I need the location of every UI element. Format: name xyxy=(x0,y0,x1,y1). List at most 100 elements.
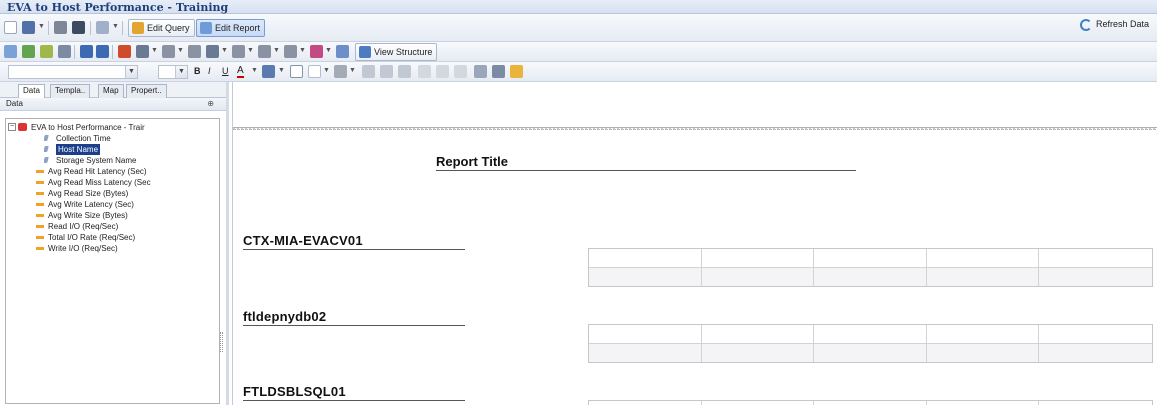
chevron-down-icon[interactable]: ▼ xyxy=(278,67,285,74)
align-top-icon[interactable] xyxy=(418,65,431,78)
section-icon[interactable] xyxy=(188,45,201,58)
alert-icon[interactable] xyxy=(118,45,131,58)
section-table[interactable] xyxy=(588,248,1153,287)
merge-cells-icon[interactable] xyxy=(492,65,505,78)
chevron-down-icon[interactable]: ▼ xyxy=(273,47,280,54)
group-icon[interactable] xyxy=(136,45,149,58)
font-color-button[interactable]: A xyxy=(237,65,244,78)
tree-item[interactable]: Total I/O Rate (Req/Sec) xyxy=(36,232,219,243)
section-host-name[interactable]: FTLDSBLSQL01 xyxy=(243,384,346,399)
table-cell[interactable] xyxy=(1039,325,1152,344)
save-icon[interactable] xyxy=(22,21,35,34)
insert-text-icon[interactable] xyxy=(58,45,71,58)
table-cell[interactable] xyxy=(926,344,1040,362)
table-cell[interactable] xyxy=(814,401,927,405)
table-cell[interactable] xyxy=(814,325,927,344)
table-cell[interactable] xyxy=(701,325,815,344)
font-size-combo[interactable]: ▼ xyxy=(158,65,188,79)
table-cell[interactable] xyxy=(589,249,702,268)
table-cell[interactable] xyxy=(814,344,927,362)
italic-button[interactable]: I xyxy=(208,66,211,76)
tree-item[interactable]: Avg Read Miss Latency (Sec xyxy=(36,177,219,188)
section-host-name[interactable]: CTX-MIA-EVACV01 xyxy=(243,233,363,248)
chevron-down-icon[interactable]: ▼ xyxy=(247,47,254,54)
table-cell[interactable] xyxy=(926,268,1040,286)
tree-root[interactable]: − EVA to Host Performance - Trair xyxy=(6,122,219,133)
filter-icon[interactable] xyxy=(162,45,175,58)
chevron-down-icon[interactable]: ▼ xyxy=(323,67,330,74)
fill-color-icon[interactable] xyxy=(262,65,275,78)
report-title[interactable]: Report Title xyxy=(436,154,508,169)
redo-icon[interactable] xyxy=(96,45,109,58)
chevron-down-icon[interactable]: ▼ xyxy=(125,66,137,78)
format-painter-icon[interactable] xyxy=(510,65,523,78)
chevron-down-icon[interactable]: ▼ xyxy=(299,47,306,54)
chevron-down-icon[interactable]: ▼ xyxy=(151,47,158,54)
table-cell[interactable] xyxy=(589,268,702,286)
line-color-icon[interactable] xyxy=(334,65,347,78)
align-left-icon[interactable] xyxy=(362,65,375,78)
sum-icon[interactable] xyxy=(232,45,245,58)
insert-table-icon[interactable] xyxy=(4,45,17,58)
view-structure-button[interactable]: View Structure xyxy=(355,43,438,61)
tree-item[interactable]: Avg Write Size (Bytes) xyxy=(36,210,219,221)
chevron-down-icon[interactable]: ▼ xyxy=(325,47,332,54)
section-table[interactable] xyxy=(588,400,1153,405)
align-middle-icon[interactable] xyxy=(436,65,449,78)
tree-item[interactable]: Read I/O (Req/Sec) xyxy=(36,221,219,232)
chevron-down-icon[interactable]: ▼ xyxy=(175,66,187,78)
table-cell[interactable] xyxy=(1039,249,1152,268)
chevron-down-icon[interactable]: ▼ xyxy=(177,47,184,54)
insert-crosstab-icon[interactable] xyxy=(40,45,53,58)
table-cell[interactable] xyxy=(927,401,1040,405)
table-cell[interactable] xyxy=(926,325,1040,344)
edit-query-button[interactable]: Edit Query xyxy=(128,19,195,37)
variables-icon[interactable] xyxy=(336,45,349,58)
tree-item[interactable]: Collection Time xyxy=(44,133,219,144)
tab-templates[interactable]: Templa.. xyxy=(50,84,91,98)
table-cell[interactable] xyxy=(702,401,815,405)
formatting-icon[interactable] xyxy=(310,45,323,58)
table-cell[interactable] xyxy=(1039,268,1152,286)
bold-button[interactable]: B xyxy=(194,66,201,76)
tab-properties[interactable]: Propert.. xyxy=(126,84,167,98)
table-cell[interactable] xyxy=(926,249,1040,268)
align-bottom-icon[interactable] xyxy=(454,65,467,78)
sort-icon[interactable] xyxy=(206,45,219,58)
table-cell[interactable] xyxy=(701,268,815,286)
chevron-down-icon[interactable]: ▼ xyxy=(38,23,45,30)
chevron-down-icon[interactable]: ▼ xyxy=(221,47,228,54)
insert-chart-icon[interactable] xyxy=(22,45,35,58)
undo-icon[interactable] xyxy=(80,45,93,58)
print-icon[interactable] xyxy=(54,21,67,34)
table-cell[interactable] xyxy=(1039,401,1152,405)
tab-data[interactable]: Data xyxy=(18,84,45,99)
align-right-icon[interactable] xyxy=(398,65,411,78)
font-name-combo[interactable]: ▼ xyxy=(8,65,138,79)
tree-item[interactable]: Host Name xyxy=(44,144,219,155)
refresh-data-button[interactable]: Refresh Data xyxy=(1079,19,1149,31)
edit-report-button[interactable]: Edit Report xyxy=(196,19,266,37)
table-cell[interactable] xyxy=(1039,344,1152,362)
cell-borders-icon[interactable] xyxy=(308,65,321,78)
chevron-down-icon[interactable]: ▼ xyxy=(251,67,258,74)
tree-item[interactable]: Storage System Name xyxy=(44,155,219,166)
table-cell[interactable] xyxy=(589,344,702,362)
table-cell[interactable] xyxy=(589,325,702,344)
break-icon[interactable] xyxy=(258,45,271,58)
new-icon[interactable] xyxy=(4,21,17,34)
tree-item[interactable]: Avg Write Latency (Sec) xyxy=(36,199,219,210)
find-icon[interactable] xyxy=(72,21,85,34)
layout-icon[interactable] xyxy=(96,21,109,34)
ranking-icon[interactable] xyxy=(284,45,297,58)
tree-item[interactable]: Write I/O (Req/Sec) xyxy=(36,243,219,254)
underline-button[interactable]: U xyxy=(222,66,229,76)
collapse-icon[interactable]: − xyxy=(8,123,16,131)
align-center-icon[interactable] xyxy=(380,65,393,78)
panel-splitter[interactable] xyxy=(220,332,223,352)
chevron-down-icon[interactable]: ▼ xyxy=(349,67,356,74)
wrap-text-icon[interactable] xyxy=(474,65,487,78)
table-cell[interactable] xyxy=(701,249,815,268)
report-canvas[interactable]: Report Title CTX-MIA-EVACV01 ftldepnydb0… xyxy=(232,82,1157,405)
tree-item[interactable]: Avg Read Hit Latency (Sec) xyxy=(36,166,219,177)
